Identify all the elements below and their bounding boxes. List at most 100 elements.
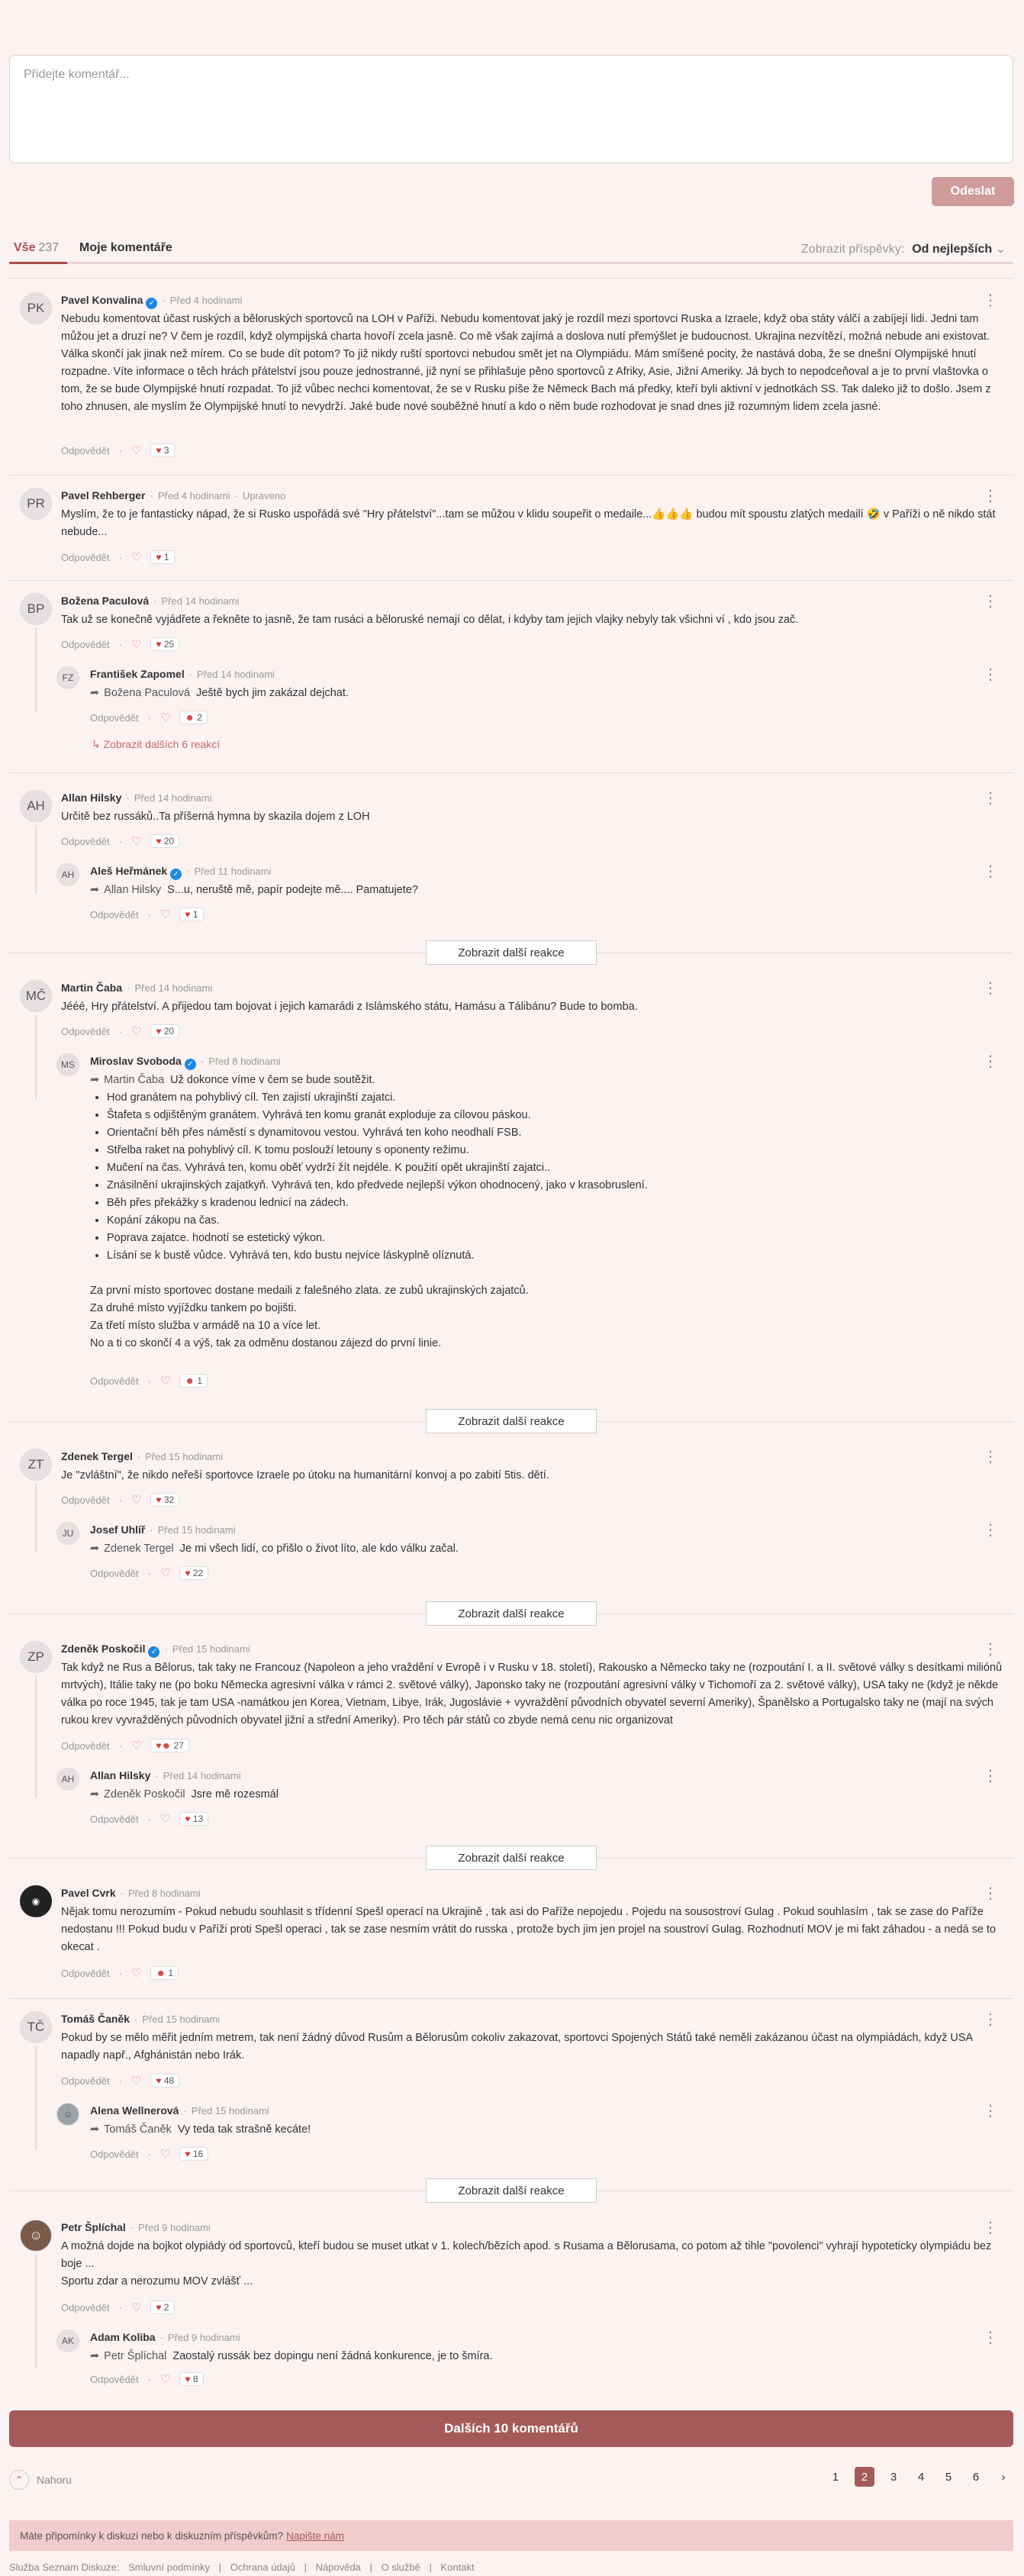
tab-all[interactable]: Vše 237 <box>14 241 59 255</box>
author-name[interactable]: Zdenek Tergel <box>61 1450 133 1462</box>
author-name[interactable]: Aleš Heřmánek <box>90 865 167 877</box>
author-name[interactable]: Adam Koliba <box>90 2331 156 2343</box>
reactions-badge[interactable]: ☻ 1 <box>179 1374 208 1388</box>
reply-button[interactable]: Odpovědět <box>61 1968 110 1979</box>
reply-button[interactable]: Odpovědět <box>90 1568 139 1579</box>
show-more-reactions-button[interactable]: Zobrazit další reakce <box>426 1409 597 1433</box>
heart-icon[interactable]: ♡ <box>160 1566 170 1580</box>
reactions-badge[interactable]: ♥ 2 <box>150 2300 175 2314</box>
quoted-author[interactable]: Allan Hilsky <box>104 884 161 896</box>
author-name[interactable]: Petr Šplíchal <box>61 2221 126 2233</box>
more-options-icon[interactable]: ⋮ <box>983 1052 998 1071</box>
heart-icon[interactable]: ♡ <box>131 1739 141 1752</box>
heart-icon[interactable]: ♡ <box>160 908 170 921</box>
author-name[interactable]: Martin Čaba <box>61 982 122 994</box>
reply-button[interactable]: Odpovědět <box>61 2075 110 2087</box>
reactions-badge[interactable]: ♥ 3 <box>150 443 175 457</box>
reply-button[interactable]: Odpovědět <box>61 1494 110 1506</box>
quoted-author[interactable]: Zdenek Tergel <box>104 1543 174 1555</box>
page-link[interactable]: 6 <box>968 2467 984 2487</box>
heart-icon[interactable]: ♡ <box>131 1493 141 1507</box>
heart-icon[interactable]: ♡ <box>160 2372 170 2386</box>
reactions-badge[interactable]: ♥ 32 <box>150 1493 180 1507</box>
more-options-icon[interactable]: ⋮ <box>983 486 998 505</box>
more-options-icon[interactable]: ⋮ <box>983 1766 998 1785</box>
reactions-badge[interactable]: ☻ 2 <box>179 711 208 724</box>
reactions-badge[interactable]: ♥ 8 <box>179 2372 204 2386</box>
heart-icon[interactable]: ♡ <box>131 834 141 848</box>
back-to-top-link[interactable]: ⌃ Nahoru <box>9 2470 72 2490</box>
reply-button[interactable]: Odpovědět <box>90 2149 139 2160</box>
more-options-icon[interactable]: ⋮ <box>983 862 998 881</box>
contact-link[interactable]: Napište nám <box>286 2530 344 2542</box>
reactions-badge[interactable]: ♥ 48 <box>150 2074 180 2088</box>
comment-input[interactable]: Přidejte komentář... <box>9 55 1013 163</box>
footer-link-help[interactable]: Nápověda <box>316 2561 361 2573</box>
author-name[interactable]: Josef Uhlíř <box>90 1523 145 1536</box>
reactions-badge[interactable]: ♥ 22 <box>179 1566 209 1580</box>
more-options-icon[interactable]: ⋮ <box>983 978 998 998</box>
heart-icon[interactable]: ♡ <box>131 1024 141 1038</box>
send-button[interactable]: Odeslat <box>932 177 1014 206</box>
more-options-icon[interactable]: ⋮ <box>983 291 998 310</box>
more-options-icon[interactable]: ⋮ <box>983 1520 998 1539</box>
reply-button[interactable]: Odpovědět <box>61 639 110 650</box>
reply-button[interactable]: Odpovědět <box>90 1375 139 1387</box>
quoted-author[interactable]: Božena Paculová <box>104 687 190 699</box>
load-more-comments-button[interactable]: Dalších 10 komentářů <box>9 2410 1013 2447</box>
page-link-current[interactable]: 2 <box>855 2467 874 2487</box>
heart-icon[interactable]: ♡ <box>160 1374 170 1388</box>
footer-link-contact[interactable]: Kontakt <box>441 2561 475 2573</box>
reply-button[interactable]: Odpovědět <box>61 552 110 563</box>
author-name[interactable]: Miroslav Svoboda <box>90 1055 182 1067</box>
reactions-badge[interactable]: ☻ 1 <box>150 1966 179 1980</box>
reply-button[interactable]: Odpovědět <box>61 445 110 456</box>
heart-icon[interactable]: ♡ <box>131 1966 141 1980</box>
more-options-icon[interactable]: ⋮ <box>983 2218 998 2237</box>
footer-link-about[interactable]: O službě <box>382 2561 420 2573</box>
reactions-badge[interactable]: ♥ 20 <box>150 1024 180 1038</box>
page-link[interactable]: 3 <box>885 2467 902 2487</box>
heart-icon[interactable]: ♡ <box>131 550 141 564</box>
quoted-author[interactable]: Martin Čaba <box>104 1074 164 1086</box>
author-name[interactable]: Allan Hilsky <box>90 1769 150 1781</box>
show-more-reactions-button[interactable]: Zobrazit další reakce <box>426 1846 597 1870</box>
sort-select[interactable]: Zobrazit příspěvky: Od nejlepších ⌄ <box>801 241 1006 256</box>
page-link[interactable]: 5 <box>940 2467 957 2487</box>
quoted-author[interactable]: Petr Šplíchal <box>104 2350 166 2362</box>
author-name[interactable]: Tomáš Čaněk <box>61 2013 130 2025</box>
author-name[interactable]: Božena Paculová <box>61 595 149 607</box>
reactions-badge[interactable]: ♥ 1 <box>150 550 175 564</box>
more-options-icon[interactable]: ⋮ <box>983 665 998 684</box>
page-link[interactable]: 1 <box>827 2467 844 2487</box>
page-link[interactable]: 4 <box>913 2467 929 2487</box>
reply-button[interactable]: Odpovědět <box>90 909 139 920</box>
footer-link-terms[interactable]: Smluvní podmínky <box>128 2561 210 2573</box>
reply-button[interactable]: Odpovědět <box>61 2302 110 2313</box>
reactions-badge[interactable]: ♥ 1 <box>179 908 204 921</box>
footer-link-privacy[interactable]: Ochrana údajů <box>230 2561 295 2573</box>
more-options-icon[interactable]: ⋮ <box>983 1639 998 1659</box>
reply-button[interactable]: Odpovědět <box>90 712 139 724</box>
reply-button[interactable]: Odpovědět <box>90 1814 139 1825</box>
reply-button[interactable]: Odpovědět <box>61 1026 110 1037</box>
heart-icon[interactable]: ♡ <box>160 711 170 724</box>
author-name[interactable]: Zdeněk Poskočil <box>61 1643 145 1655</box>
heart-icon[interactable]: ♡ <box>160 1812 170 1826</box>
more-options-icon[interactable]: ⋮ <box>983 2328 998 2347</box>
heart-icon[interactable]: ♡ <box>131 443 141 457</box>
reactions-badge[interactable]: ♥ 13 <box>179 1812 209 1826</box>
show-more-reactions-button[interactable]: Zobrazit další reakce <box>426 2178 597 2203</box>
more-options-icon[interactable]: ⋮ <box>983 1447 998 1466</box>
reactions-badge[interactable]: ♥☻ 27 <box>150 1739 189 1752</box>
chevron-right-icon[interactable]: › <box>995 2467 1012 2487</box>
reply-button[interactable]: Odpovědět <box>90 2374 139 2385</box>
more-options-icon[interactable]: ⋮ <box>983 592 998 611</box>
show-more-reactions-button[interactable]: Zobrazit další reakce <box>426 940 597 965</box>
more-options-icon[interactable]: ⋮ <box>983 2101 998 2120</box>
reply-button[interactable]: Odpovědět <box>61 1740 110 1752</box>
reactions-badge[interactable]: ♥ 20 <box>150 834 180 848</box>
author-name[interactable]: Alena Wellnerová <box>90 2104 179 2117</box>
author-name[interactable]: Pavel Cvrk <box>61 1887 116 1899</box>
reactions-badge[interactable]: ♥ 16 <box>179 2147 209 2161</box>
